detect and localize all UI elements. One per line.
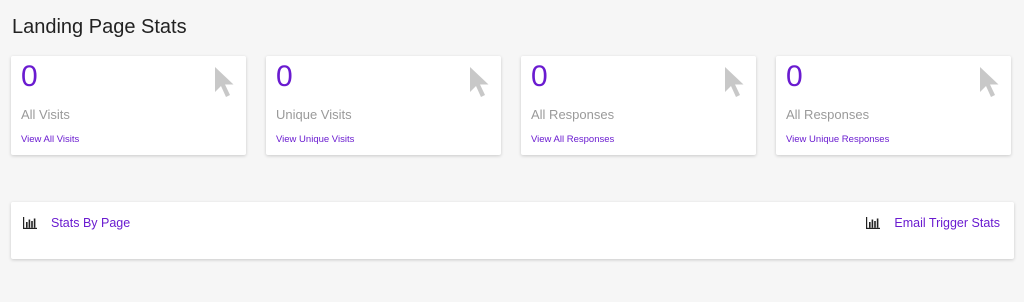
stat-label: All Responses — [531, 107, 615, 122]
bar-chart-icon — [23, 217, 37, 229]
email-trigger-stats-label: Email Trigger Stats — [894, 216, 1000, 230]
stat-label: All Visits — [21, 107, 70, 122]
page-title: Landing Page Stats — [12, 16, 187, 38]
cursor-icon — [215, 67, 234, 97]
cursor-icon — [980, 67, 999, 97]
view-unique-responses-link[interactable]: View Unique Responses — [786, 134, 889, 146]
bar-chart-icon — [866, 217, 881, 229]
email-trigger-stats-link[interactable]: Email Trigger Stats — [866, 215, 1000, 231]
view-all-visits-link[interactable]: View All Visits — [21, 134, 79, 146]
stat-value: 0 — [531, 60, 548, 93]
stat-card-all-visits: 0 All Visits View All Visits — [11, 56, 246, 155]
stats-cards: 0 All Visits View All Visits 0 Unique Vi… — [11, 56, 1014, 156]
stat-value: 0 — [276, 60, 293, 93]
view-all-responses-link[interactable]: View All Responses — [531, 134, 614, 146]
stats-links-panel: Stats By Page Email Trigger Stats — [11, 202, 1014, 259]
stat-card-all-responses: 0 All Responses View All Responses — [521, 56, 756, 155]
stat-card-unique-visits: 0 Unique Visits View Unique Visits — [266, 56, 501, 155]
stats-by-page-link[interactable]: Stats By Page — [23, 215, 130, 231]
stat-label: Unique Visits — [276, 107, 352, 122]
stats-by-page-label: Stats By Page — [51, 216, 131, 230]
view-unique-visits-link[interactable]: View Unique Visits — [276, 134, 354, 146]
stat-value: 0 — [786, 60, 803, 93]
stat-value: 0 — [21, 60, 38, 93]
stat-card-unique-responses: 0 All Responses View Unique Responses — [776, 56, 1011, 155]
cursor-icon — [725, 67, 744, 97]
stat-label: All Responses — [786, 107, 870, 122]
cursor-icon — [470, 67, 489, 97]
